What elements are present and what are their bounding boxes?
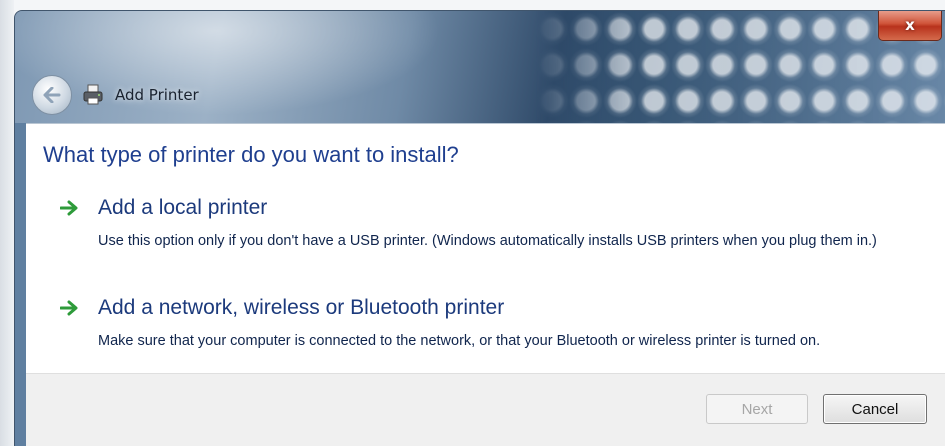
add-printer-window: x Add Printer What type of printer do yo… xyxy=(14,10,945,446)
cancel-button[interactable]: Cancel xyxy=(823,394,927,424)
option-local-printer-title: Add a local printer xyxy=(98,196,268,219)
printer-icon xyxy=(81,83,105,107)
option-local-printer[interactable]: Add a local printer Use this option only… xyxy=(60,196,920,276)
desktop-edge xyxy=(0,0,14,446)
option-local-printer-description: Use this option only if you don't have a… xyxy=(98,233,877,249)
button-bar: Next Cancel xyxy=(26,373,945,446)
title-bar: x Add Printer xyxy=(15,11,945,123)
green-arrow-icon xyxy=(60,200,78,216)
content-panel: What type of printer do you want to inst… xyxy=(26,123,945,446)
option-network-printer-title: Add a network, wireless or Bluetooth pri… xyxy=(98,296,505,319)
screen: x Add Printer What type of printer do yo… xyxy=(0,0,945,446)
close-icon: x xyxy=(905,16,915,34)
back-arrow-icon xyxy=(43,87,61,103)
window-title: Add Printer xyxy=(115,86,199,104)
option-network-printer[interactable]: Add a network, wireless or Bluetooth pri… xyxy=(60,296,920,376)
close-button[interactable]: x xyxy=(878,11,942,41)
back-button[interactable] xyxy=(32,75,72,115)
green-arrow-icon xyxy=(60,300,78,316)
next-button[interactable]: Next xyxy=(706,394,808,424)
option-network-printer-description: Make sure that your computer is connecte… xyxy=(98,333,821,349)
page-heading: What type of printer do you want to inst… xyxy=(43,142,459,167)
